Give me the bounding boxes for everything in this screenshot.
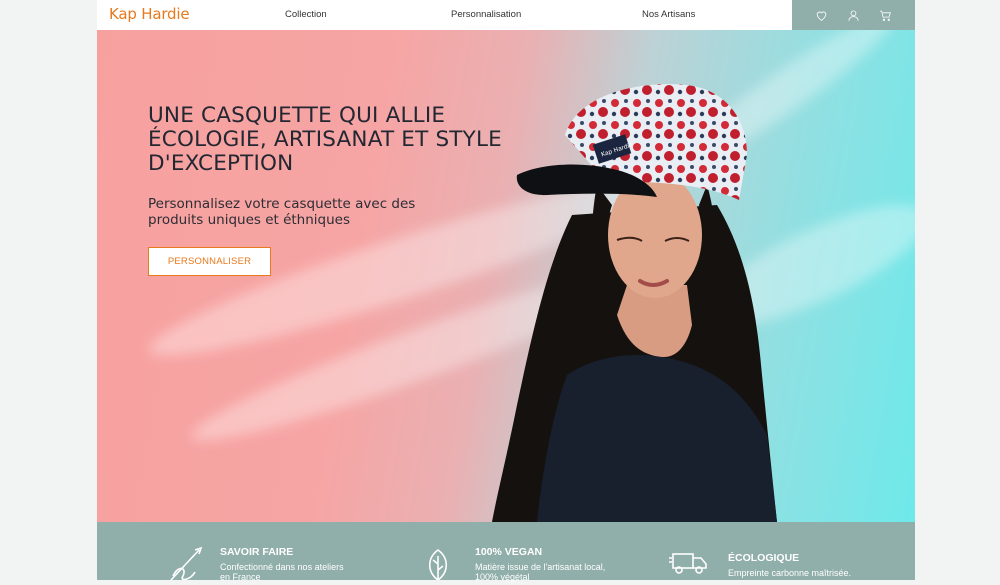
features-bar: SAVOIR FAIRE Confectionné dans nos ateli… (97, 522, 915, 582)
header-icon-bar (792, 0, 915, 30)
hero-banner: UNE CASQUETTE QUI ALLIE ÉCOLOGIE, ARTISA… (97, 30, 915, 522)
feature-desc: Empreinte carbonne maîtrisée. (728, 568, 852, 578)
user-icon[interactable] (845, 7, 861, 23)
personnaliser-button[interactable]: PERSONNALISER (148, 247, 271, 276)
feature-title: 100% VEGAN (475, 546, 543, 558)
top-header: Kap Hardie Collection Personnalisation N… (97, 0, 915, 30)
hero-headline: UNE CASQUETTE QUI ALLIE ÉCOLOGIE, ARTISA… (148, 103, 502, 176)
needle-thread-icon (165, 546, 205, 581)
feature-title: SAVOIR FAIRE (220, 546, 294, 558)
nav-nos-artisans[interactable]: Nos Artisans (642, 9, 695, 20)
delivery-truck-icon (669, 550, 709, 576)
leaf-icon (425, 546, 451, 581)
feature-title: ÉCOLOGIQUE (728, 552, 800, 564)
hero-subline: Personnalisez votre casquette avec des p… (148, 196, 416, 228)
cart-icon[interactable] (877, 7, 893, 23)
feature-desc: Confectionné dans nos ateliers en France (220, 562, 344, 582)
model-photo: Kap Hardie (492, 84, 777, 522)
feature-desc: Matière issue de l'artisanat local, 100%… (475, 562, 606, 582)
nav-collection[interactable]: Collection (285, 9, 327, 20)
nav-personnalisation[interactable]: Personnalisation (451, 9, 521, 20)
brand-logo[interactable]: Kap Hardie (109, 5, 190, 23)
heart-icon[interactable] (814, 7, 830, 23)
